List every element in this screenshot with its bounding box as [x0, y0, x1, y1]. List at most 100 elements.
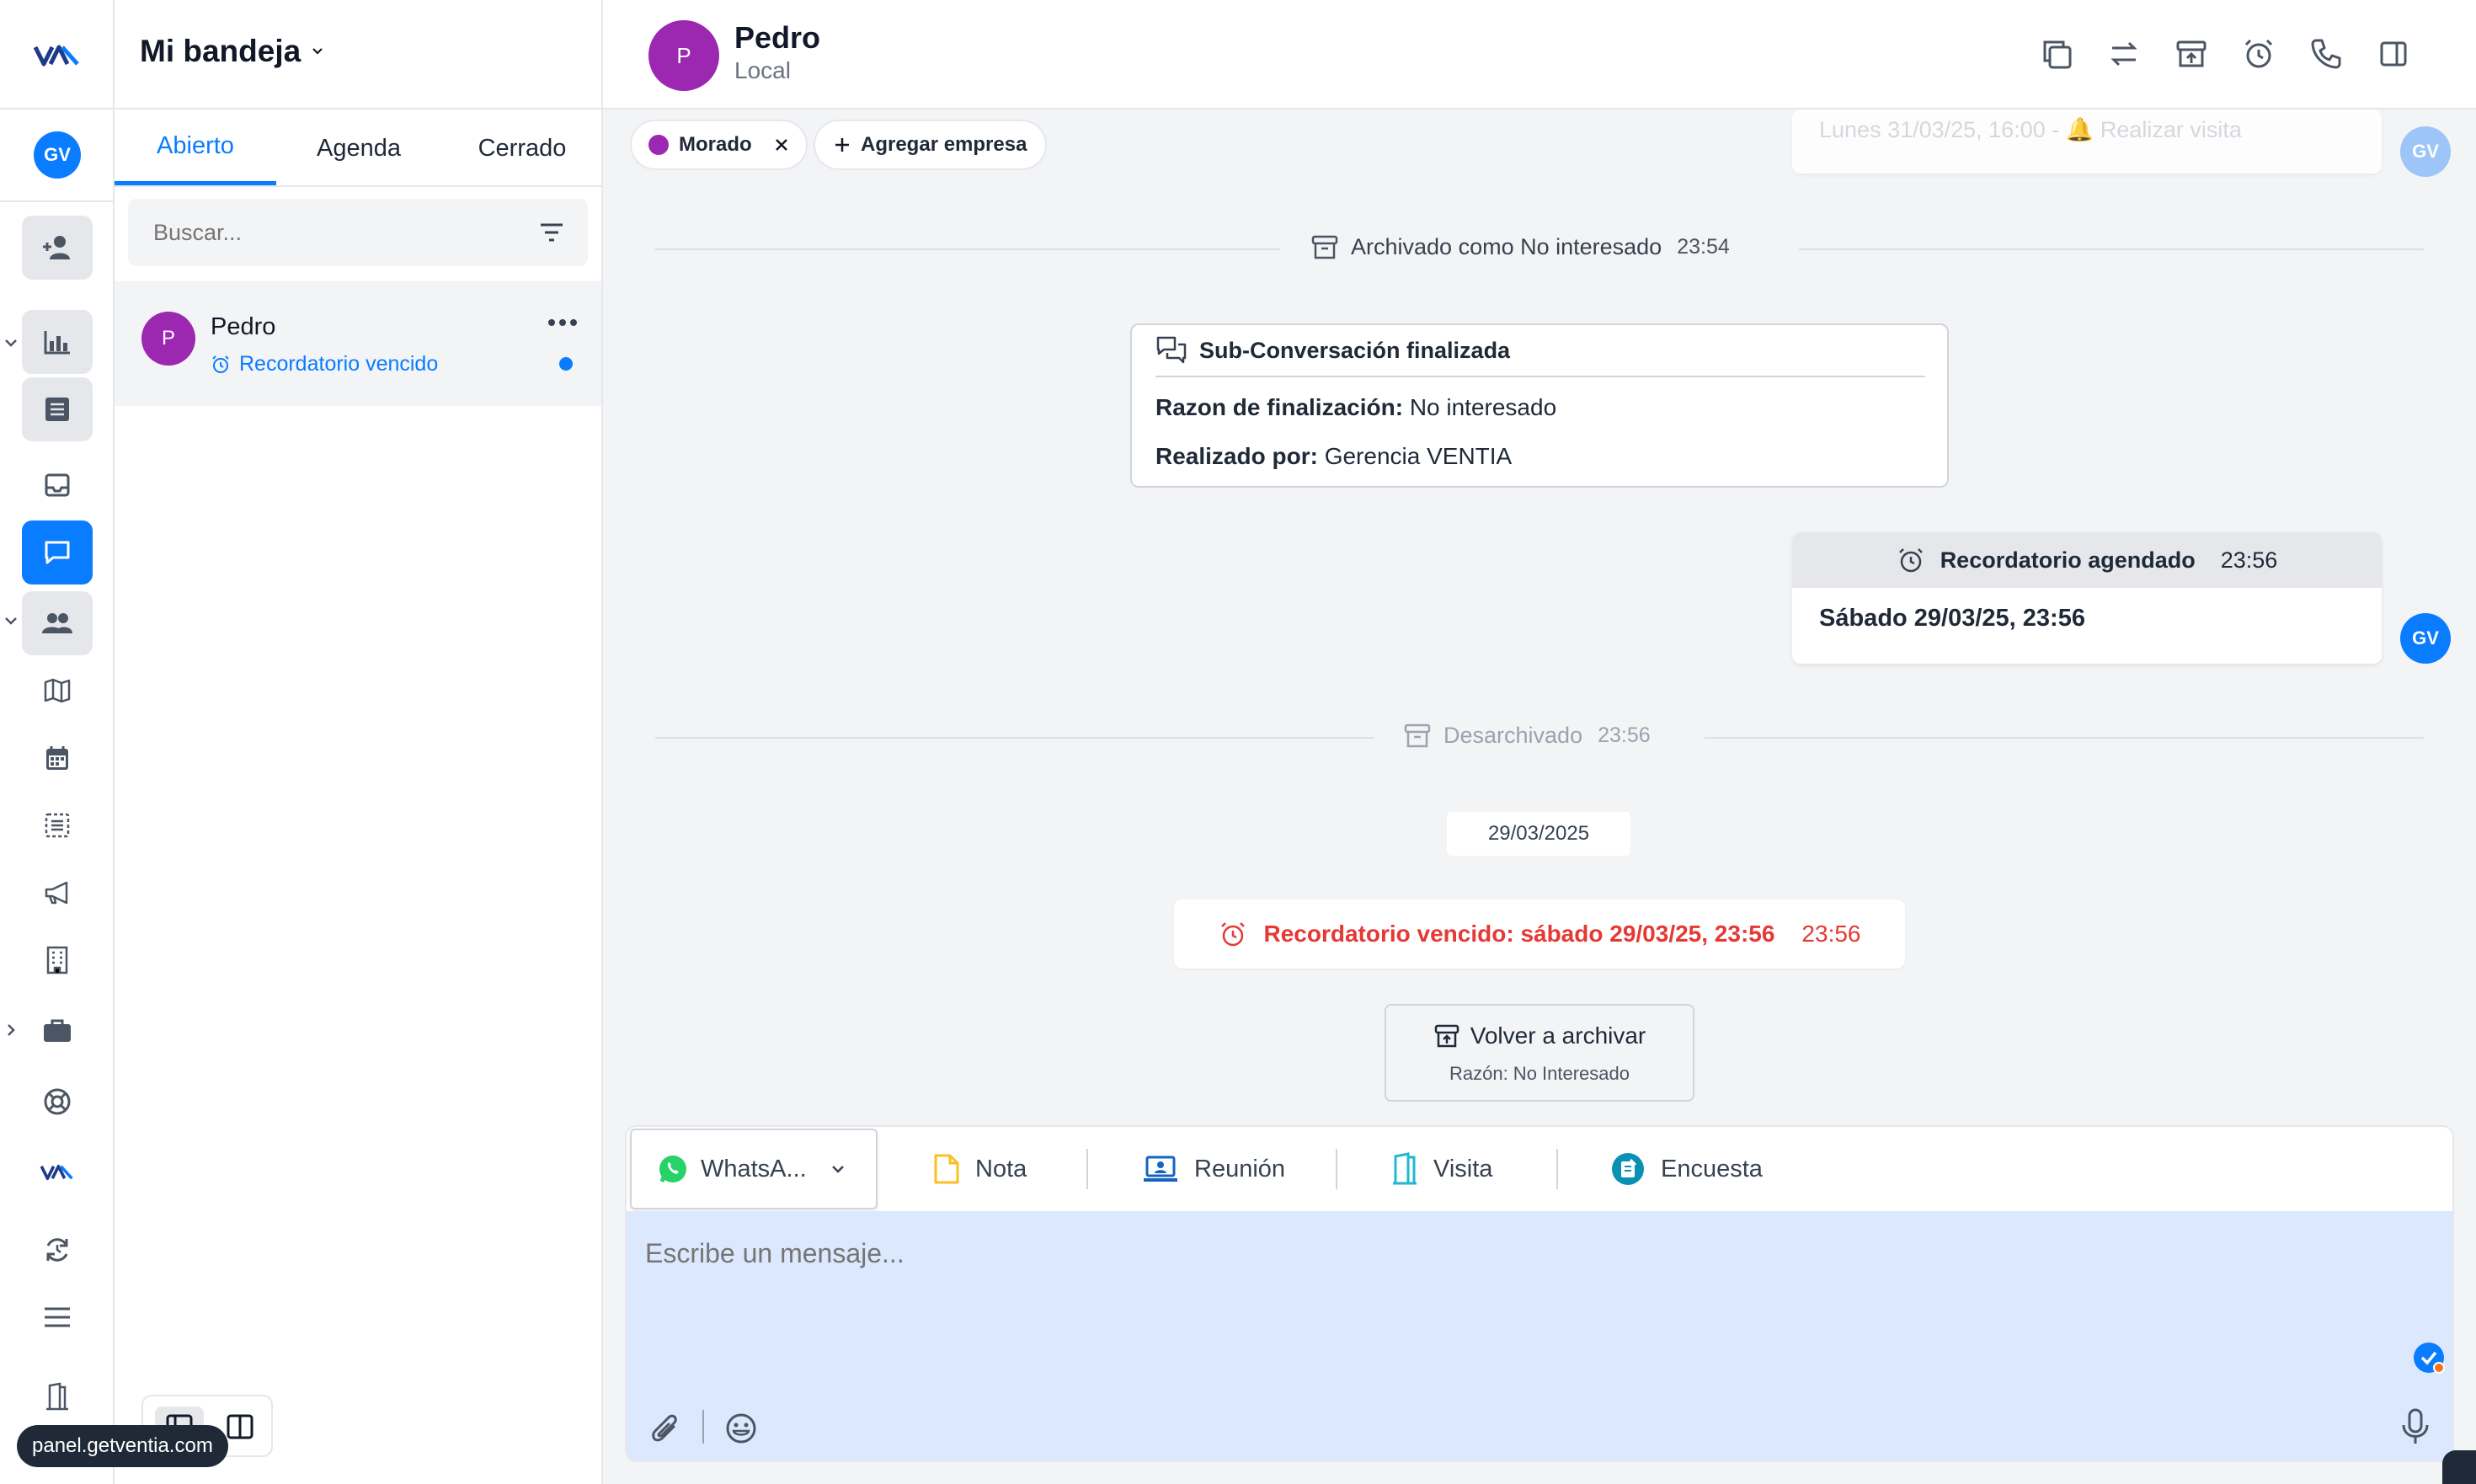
help-widget[interactable]: [2442, 1450, 2476, 1484]
subconversation-header: Sub-Conversación finalizada: [1155, 335, 1510, 366]
alarm-icon[interactable]: [2242, 37, 2277, 72]
tab-abierto[interactable]: Abierto: [115, 111, 276, 185]
sync-icon[interactable]: [22, 1218, 93, 1282]
reason-value: No interesado: [1409, 394, 1557, 420]
contact-avatar: P: [141, 312, 195, 366]
more-options-icon[interactable]: [547, 318, 578, 327]
bar-chart-icon[interactable]: [22, 310, 93, 374]
subconversation-by: Realizado por: Gerencia VENTIA: [1155, 443, 1512, 470]
alarm-icon: [1897, 546, 1925, 574]
chevron-down-icon: [830, 1161, 846, 1177]
copy-icon[interactable]: [2040, 37, 2075, 72]
side-panel-icon[interactable]: [2377, 37, 2412, 72]
reminder-expired-time: 23:56: [1801, 921, 1861, 947]
chevron-down-icon[interactable]: [2, 334, 20, 352]
rearchive-reason: Razón: No Interesado: [1449, 1063, 1630, 1084]
conversation-status: Recordatorio vencido: [211, 352, 438, 376]
menu-icon[interactable]: [22, 1285, 93, 1349]
attach-icon[interactable]: [650, 1412, 680, 1445]
add-company-button[interactable]: Agregar empresa: [814, 120, 1048, 170]
exit-door-icon[interactable]: [22, 1364, 93, 1428]
inbox-title: Mi bandeja: [140, 34, 301, 68]
archive-icon: [1310, 232, 1339, 261]
tag-color-dot: [648, 135, 669, 155]
microphone-icon[interactable]: [2400, 1408, 2431, 1445]
archive-icon: [1433, 1022, 1460, 1049]
alarm-icon: [211, 355, 231, 375]
map-icon[interactable]: [22, 659, 93, 723]
icon-rail: GV: [0, 0, 115, 1484]
contact-avatar[interactable]: P: [648, 20, 719, 91]
calendar-icon[interactable]: [22, 726, 93, 790]
tag-label: Morado: [679, 133, 752, 156]
previous-visit-text: Lunes 31/03/25, 16:00 - 🔔 Realizar visit…: [1819, 117, 2242, 142]
url-tooltip: panel.getventia.com: [17, 1425, 228, 1467]
by-value: Gerencia VENTIA: [1324, 443, 1513, 469]
by-label: Realizado por:: [1155, 443, 1318, 469]
add-company-label: Agregar empresa: [861, 133, 1027, 156]
ventia-logo[interactable]: [32, 40, 83, 71]
archive-icon[interactable]: [2175, 37, 2210, 72]
tab-agenda[interactable]: Agenda: [276, 111, 441, 185]
reminder-scheduled-card: Recordatorio agendado 23:56 Sábado 29/03…: [1792, 532, 2382, 664]
conversation-name: Pedro: [211, 313, 276, 340]
checklist-icon[interactable]: [22, 793, 93, 857]
user-avatar[interactable]: GV: [34, 131, 81, 179]
tab-nota-label: Nota: [975, 1155, 1027, 1182]
message-composer: WhatsA... Nota Reunión Visita Encuesta: [625, 1125, 2454, 1462]
previous-visit-card: Lunes 31/03/25, 16:00 - 🔔 Realizar visit…: [1792, 109, 2382, 173]
tab-cerrado[interactable]: Cerrado: [441, 111, 603, 185]
tab-visita[interactable]: Visita: [1391, 1127, 1492, 1211]
inbox-selector[interactable]: Mi bandeja: [140, 34, 326, 69]
tag-chip[interactable]: Morado: [630, 120, 808, 170]
tab-reunion-label: Reunión: [1194, 1155, 1286, 1182]
reminder-scheduled-header: Recordatorio agendado 23:56: [1792, 532, 2382, 588]
chevron-down-icon[interactable]: [2, 611, 20, 630]
unarchived-event: Desarchivado 23:56: [1403, 721, 1651, 750]
filter-icon[interactable]: [539, 221, 564, 244]
laptop-icon: [1142, 1155, 1179, 1183]
channel-label: WhatsA...: [701, 1155, 807, 1182]
ventia-logo-icon[interactable]: [22, 1140, 93, 1204]
alarm-icon: [1219, 920, 1247, 948]
inbox-icon[interactable]: [22, 453, 93, 517]
tab-reunion[interactable]: Reunión: [1142, 1127, 1285, 1211]
chat-bubbles-icon: [1155, 335, 1187, 366]
chat-icon[interactable]: [22, 520, 93, 585]
agent-avatar: GV: [2400, 613, 2451, 664]
list-icon[interactable]: [22, 377, 93, 441]
megaphone-icon[interactable]: [22, 861, 93, 925]
contacts-icon[interactable]: [22, 591, 93, 655]
contact-name[interactable]: Pedro: [734, 20, 820, 56]
emoji-icon[interactable]: [724, 1412, 758, 1445]
agent-avatar: GV: [2400, 126, 2451, 177]
tab-encuesta[interactable]: Encuesta: [1610, 1127, 1763, 1211]
reminder-scheduled-time: 23:56: [2220, 547, 2278, 573]
close-icon[interactable]: [774, 137, 789, 152]
lifebuoy-icon[interactable]: [22, 1070, 93, 1134]
message-input[interactable]: [645, 1238, 2414, 1356]
subconversation-reason: Razon de finalización: No interesado: [1155, 394, 1556, 421]
status-check-icon: [2412, 1341, 2446, 1375]
archived-event-text: Archivado como No interesado: [1351, 233, 1662, 259]
search-input[interactable]: [153, 214, 507, 251]
briefcase-icon[interactable]: [22, 999, 93, 1063]
tab-nota[interactable]: Nota: [933, 1127, 1027, 1211]
channel-selector[interactable]: WhatsA...: [630, 1129, 878, 1209]
chat-header: P Pedro Local: [603, 0, 2476, 109]
transfer-icon[interactable]: [2107, 37, 2142, 72]
rearchive-label: Volver a archivar: [1470, 1022, 1646, 1049]
building-icon[interactable]: [22, 928, 93, 992]
conversation-item[interactable]: P Pedro Recordatorio vencido: [115, 281, 601, 406]
date-chip: 29/03/2025: [1447, 812, 1630, 856]
add-contact-icon[interactable]: [22, 216, 93, 280]
message-input-area: [627, 1211, 2452, 1460]
phone-icon[interactable]: [2309, 37, 2345, 72]
unarchived-event-text: Desarchivado: [1443, 722, 1583, 748]
reminder-scheduled-title: Recordatorio agendado: [1940, 547, 2196, 573]
reminder-expired-text: Recordatorio vencido: sábado 29/03/25, 2…: [1263, 921, 1775, 947]
chevron-right-icon[interactable]: [2, 1021, 20, 1039]
subconversation-title: Sub-Conversación finalizada: [1199, 337, 1511, 363]
rearchive-button[interactable]: Volver a archivar Razón: No Interesado: [1385, 1004, 1694, 1102]
tab-encuesta-label: Encuesta: [1661, 1155, 1763, 1182]
